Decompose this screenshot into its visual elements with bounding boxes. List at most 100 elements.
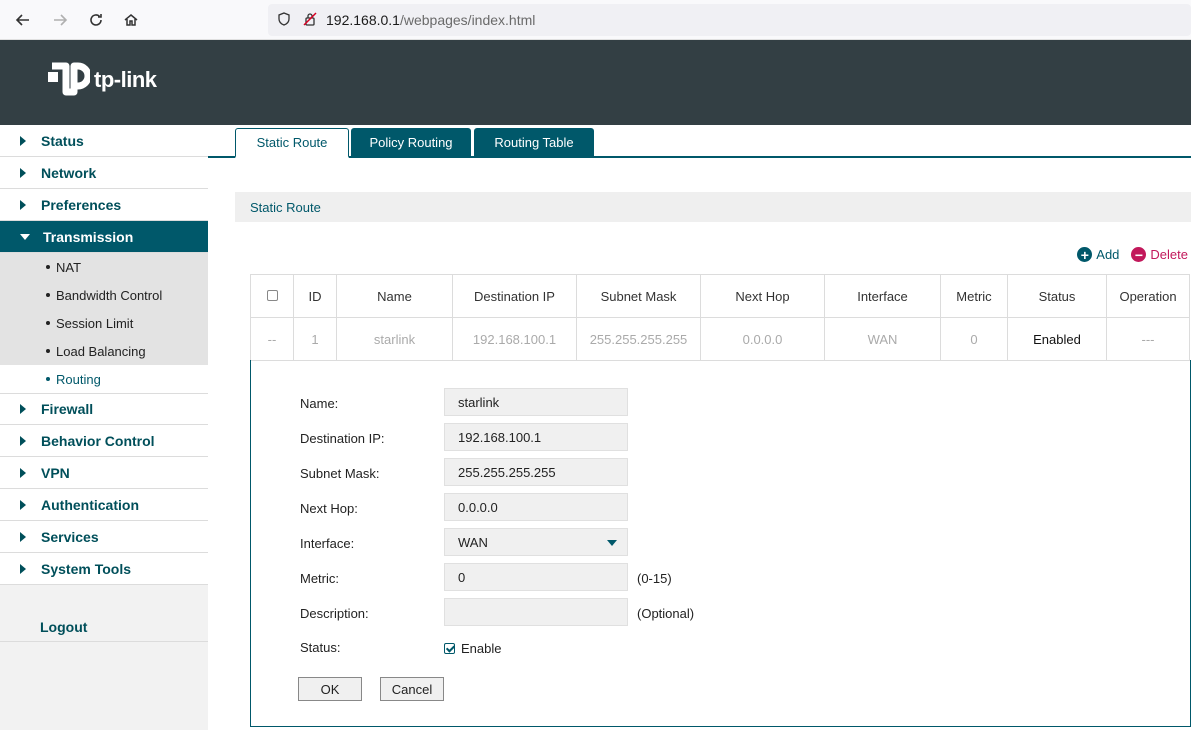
sidebar-item-transmission[interactable]: Transmission — [0, 221, 208, 253]
sidebar-subitem-load-balancing[interactable]: Load Balancing — [0, 337, 208, 365]
name-label: Name: — [300, 396, 339, 411]
table-cell: 255.255.255.255 — [576, 317, 701, 361]
checkbox-checked-icon — [444, 643, 455, 654]
plus-icon: + — [1077, 247, 1093, 262]
sidebar-subitem-label: Bandwidth Control — [56, 287, 163, 303]
interface-select[interactable]: WAN — [444, 528, 628, 556]
sidebar-subitem-session-limit[interactable]: Session Limit — [0, 309, 208, 337]
sidebar-item-network[interactable]: Network — [0, 157, 208, 189]
table-row[interactable]: -- 1 starlink 192.168.100.1 255.255.255.… — [250, 317, 1190, 361]
address-bar[interactable]: 192.168.0.1/webpages/index.html — [268, 4, 1191, 36]
tab-bar: Static Route Policy Routing Routing Tabl… — [208, 125, 1191, 158]
url-text[interactable]: 192.168.0.1/webpages/index.html — [326, 12, 535, 28]
column-header[interactable]: Status — [1007, 274, 1107, 318]
bullet-icon — [46, 293, 50, 297]
main-content: Static Route Policy Routing Routing Tabl… — [208, 125, 1191, 730]
home-icon[interactable] — [113, 0, 149, 40]
sidebar-subitem-label: Routing — [56, 371, 101, 387]
column-header[interactable]: Next Hop — [700, 274, 825, 318]
column-header[interactable]: Metric — [940, 274, 1008, 318]
table-cell: 1 — [293, 317, 337, 361]
add-button[interactable]: + Add — [1077, 247, 1119, 262]
sidebar-item-status[interactable]: Status — [0, 125, 208, 157]
sidebar-item-label: Preferences — [41, 196, 122, 213]
description-field[interactable] — [444, 598, 628, 626]
column-header[interactable]: ID — [293, 274, 337, 318]
bullet-icon — [46, 321, 50, 325]
minus-icon: − — [1131, 247, 1147, 262]
sidebar-item-behavior-control[interactable]: Behavior Control — [0, 425, 208, 457]
logout-link[interactable]: Logout — [40, 619, 87, 635]
url-host: 192.168.0.1 — [326, 12, 400, 28]
sidebar-item-services[interactable]: Services — [0, 521, 208, 553]
description-hint: (Optional) — [637, 606, 695, 621]
chevron-right-icon — [20, 199, 26, 210]
table-cell: 192.168.100.1 — [452, 317, 577, 361]
bullet-icon — [46, 265, 50, 269]
metric-hint: (0-15) — [637, 571, 672, 586]
table-header-row: ID Name Destination IP Subnet Mask Next … — [250, 274, 1190, 318]
sidebar-item-label: VPN — [41, 464, 70, 481]
sidebar-item-authentication[interactable]: Authentication — [0, 489, 208, 521]
column-header[interactable]: Name — [336, 274, 453, 318]
shield-icon[interactable] — [276, 11, 292, 30]
chevron-right-icon — [20, 435, 26, 446]
sidebar-item-vpn[interactable]: VPN — [0, 457, 208, 489]
delete-button[interactable]: − Delete — [1131, 247, 1188, 262]
table-cell: 0.0.0.0 — [700, 317, 825, 361]
sidebar-item-preferences[interactable]: Preferences — [0, 189, 208, 221]
divider — [0, 641, 208, 642]
tab-static-route[interactable]: Static Route — [235, 128, 349, 158]
subnet-mask-label: Subnet Mask: — [300, 466, 380, 481]
chevron-down-icon — [20, 233, 30, 240]
logo-text: tp-link — [94, 67, 157, 92]
bullet-icon — [46, 377, 50, 381]
sidebar-subitem-nat[interactable]: NAT — [0, 253, 208, 281]
tp-link-logo-icon — [48, 62, 90, 96]
sidebar-subitem-bandwidth-control[interactable]: Bandwidth Control — [0, 281, 208, 309]
sidebar-item-system-tools[interactable]: System Tools — [0, 553, 208, 585]
sidebar: Status Network Preferences Transmission … — [0, 125, 208, 730]
sidebar-item-label: Authentication — [41, 496, 139, 513]
reload-icon[interactable] — [78, 0, 114, 40]
table-cell: starlink — [336, 317, 453, 361]
sidebar-subitem-label: Session Limit — [56, 315, 134, 331]
subnet-mask-field[interactable]: 255.255.255.255 — [444, 458, 628, 486]
static-route-table: ID Name Destination IP Subnet Mask Next … — [250, 274, 1190, 361]
column-header[interactable]: Interface — [824, 274, 941, 318]
column-header[interactable]: Destination IP — [452, 274, 577, 318]
sidebar-item-label: System Tools — [41, 560, 131, 577]
bullet-icon — [46, 349, 50, 353]
enable-checkbox[interactable]: Enable — [444, 641, 501, 656]
column-header[interactable]: Subnet Mask — [576, 274, 701, 318]
ok-button[interactable]: OK — [298, 677, 362, 701]
interface-selected-value: WAN — [458, 534, 488, 550]
select-all-cell — [250, 274, 294, 318]
column-header[interactable]: Operation — [1106, 274, 1190, 318]
forward-icon[interactable] — [42, 0, 78, 40]
edit-route-panel: Name: starlink Destination IP: 192.168.1… — [250, 360, 1191, 727]
sidebar-item-label: Transmission — [43, 228, 134, 245]
add-label: Add — [1096, 247, 1120, 262]
destination-ip-label: Destination IP: — [300, 431, 385, 446]
tab-policy-routing[interactable]: Policy Routing — [351, 128, 471, 157]
sidebar-item-label: Services — [41, 528, 99, 545]
name-field[interactable]: starlink — [444, 388, 628, 416]
destination-ip-field[interactable]: 192.168.100.1 — [444, 423, 628, 451]
tab-routing-table[interactable]: Routing Table — [474, 128, 594, 157]
cancel-button[interactable]: Cancel — [380, 677, 444, 701]
sidebar-item-firewall[interactable]: Firewall — [0, 393, 208, 425]
back-icon[interactable] — [5, 0, 41, 40]
sidebar-item-label: Status — [41, 132, 84, 149]
metric-field[interactable]: 0 — [444, 563, 628, 591]
enable-label: Enable — [461, 641, 502, 656]
next-hop-field[interactable]: 0.0.0.0 — [444, 493, 628, 521]
insecure-lock-icon[interactable] — [302, 11, 318, 30]
sidebar-subitem-routing[interactable]: Routing — [0, 365, 208, 393]
select-all-checkbox[interactable] — [266, 289, 278, 301]
tp-link-logo[interactable]: tp-link — [48, 58, 157, 102]
section-title: Static Route — [235, 192, 1191, 222]
sidebar-item-label: Behavior Control — [41, 432, 155, 449]
chevron-right-icon — [20, 563, 26, 574]
chevron-right-icon — [20, 404, 26, 414]
